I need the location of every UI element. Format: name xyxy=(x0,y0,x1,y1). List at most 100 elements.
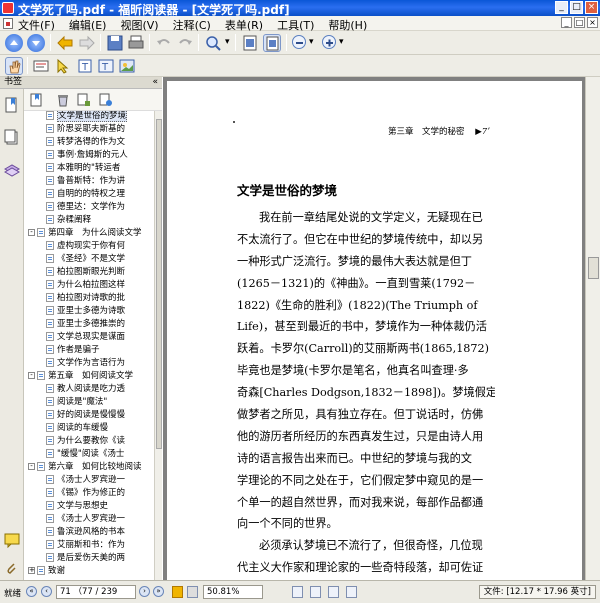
layers-tab-icon[interactable] xyxy=(3,161,21,177)
next-page-icon[interactable]: › xyxy=(139,586,150,597)
zoom-icon[interactable] xyxy=(204,34,222,52)
nav-up-icon[interactable] xyxy=(5,34,23,52)
zoom-out-icon[interactable] xyxy=(292,35,306,49)
last-page-icon[interactable]: » xyxy=(153,586,164,597)
bookmark-item[interactable]: 转梦洛得的作为文 xyxy=(46,137,125,147)
bookmark-label: 虚构现实于你有何 xyxy=(57,241,126,251)
bookmark-label: 阅读的车缓慢 xyxy=(57,423,109,433)
single-page-icon[interactable] xyxy=(292,586,303,598)
bookmark-item[interactable]: 文学与思想史 xyxy=(46,501,108,511)
bookmark-item[interactable]: 是后爱伤天美的两 xyxy=(46,553,125,563)
forward-icon[interactable] xyxy=(78,34,96,52)
bookmark-label: 亚里士多德为诗歌 xyxy=(57,306,126,316)
scroll-thumb[interactable] xyxy=(156,119,162,449)
bookmark-item[interactable]: 柏拉图对诗歌的批 xyxy=(46,293,125,303)
snapshot-icon[interactable] xyxy=(54,57,72,75)
hand-tool-icon[interactable] xyxy=(5,57,23,75)
document-icon[interactable] xyxy=(3,18,13,29)
close-button[interactable]: × xyxy=(585,1,598,14)
bookmark-scrollbar[interactable] xyxy=(154,111,162,580)
bookmark-item[interactable]: 自明的的特权之理 xyxy=(46,189,125,199)
bookmark-item[interactable]: 杂糅阐释 xyxy=(46,215,91,225)
bookmark-item[interactable]: 为什么要教你《读 xyxy=(46,436,125,446)
zoom-dropdown-arrow[interactable]: ▾ xyxy=(225,37,230,47)
expand-icon[interactable] xyxy=(77,93,91,107)
bookmark-item[interactable]: 本雅明的"转运者 xyxy=(46,163,120,173)
bookmark-icon[interactable] xyxy=(30,93,44,107)
undo-icon[interactable] xyxy=(155,34,173,52)
back-view-icon[interactable] xyxy=(172,586,183,598)
bookmark-item[interactable]: + 致谢 xyxy=(28,566,65,576)
minimize-button[interactable]: _ xyxy=(555,1,568,14)
bookmark-item[interactable]: 虚构现实于你有何 xyxy=(46,241,125,251)
doc-restore-button[interactable]: □ xyxy=(574,17,585,28)
continuous-icon[interactable] xyxy=(310,586,321,598)
typewriter-icon[interactable]: T xyxy=(76,57,94,75)
zoom-in-dropdown-arrow[interactable]: ▾ xyxy=(339,37,344,47)
bookmark-item[interactable]: 亚里士多德推崇的 xyxy=(46,319,125,329)
bookmark-page-icon xyxy=(46,124,54,133)
bookmark-toggle[interactable]: - xyxy=(28,372,35,379)
document-scroll-thumb[interactable] xyxy=(588,257,599,279)
fit-width-icon[interactable] xyxy=(241,34,259,52)
bookmark-item[interactable]: - 第四章 为什么阅读文学 xyxy=(28,228,142,238)
bookmark-item[interactable]: - 第五章 如何阅读文学 xyxy=(28,371,133,381)
page-number-field[interactable]: 71 （77 / 239 xyxy=(56,585,136,599)
bookmark-item[interactable]: 事例·詹姆斯的元人 xyxy=(46,150,128,160)
doc-close-button[interactable]: × xyxy=(587,17,598,28)
forward-view-icon[interactable] xyxy=(187,586,198,598)
print-icon[interactable] xyxy=(127,34,145,52)
bookmark-item[interactable]: "缓慢"阅读《汤士 xyxy=(46,449,124,459)
save-icon[interactable] xyxy=(106,34,124,52)
bookmark-item[interactable]: 教人阅读是吃力透 xyxy=(46,384,125,394)
facing-icon[interactable] xyxy=(328,586,339,598)
select-text-icon[interactable] xyxy=(32,57,50,75)
collapse-panel-button[interactable]: « xyxy=(152,77,158,88)
zoom-in-icon[interactable] xyxy=(322,35,336,49)
bookmark-item[interactable]: 为什么柏拉图这样 xyxy=(46,280,125,290)
bookmark-item[interactable]: 《汤士人罗宾逊一 xyxy=(46,514,125,524)
bookmark-item[interactable]: 好的阅读是慢慢慢 xyxy=(46,410,125,420)
text-box-icon[interactable]: T xyxy=(97,57,115,75)
previous-page-icon[interactable]: ‹ xyxy=(41,586,52,597)
bookmark-item[interactable]: 《锡》作为修正的 xyxy=(46,488,125,498)
pages-tab-icon[interactable] xyxy=(4,129,20,145)
zoom-out-dropdown-arrow[interactable]: ▾ xyxy=(309,37,314,47)
back-icon[interactable] xyxy=(56,34,74,52)
attachments-tab-icon[interactable] xyxy=(4,561,20,577)
bookmark-item[interactable]: 阅读的车缓慢 xyxy=(46,423,108,433)
bookmark-item[interactable]: 作者是骗子 xyxy=(46,345,100,355)
fit-page-icon[interactable] xyxy=(263,34,281,52)
document-scrollbar[interactable] xyxy=(585,77,600,580)
bookmark-toggle[interactable]: - xyxy=(28,463,35,470)
nav-down-icon[interactable] xyxy=(27,34,45,52)
bookmark-item[interactable]: 《汤士人罗宾逊一 xyxy=(46,475,125,485)
bookmark-item[interactable]: - 第六章 如何比较地阅读 xyxy=(28,462,142,472)
bookmark-toggle[interactable]: + xyxy=(28,567,35,574)
bookmark-item[interactable]: 阶思妥耶夫斯基的 xyxy=(46,124,125,134)
image-icon[interactable] xyxy=(118,57,136,75)
bookmark-item[interactable]: 艾丽斯和书：作为 xyxy=(46,540,125,550)
bookmarks-tab-icon[interactable] xyxy=(4,97,20,113)
bookmark-item[interactable]: 《圣经》不是文学 xyxy=(46,254,125,264)
continuous-facing-icon[interactable] xyxy=(346,586,357,598)
bookmark-item[interactable]: 阅读是"魔法" xyxy=(46,397,107,407)
bookmark-item[interactable]: 德里达：文学作为 xyxy=(46,202,125,212)
bookmark-item[interactable]: 柏拉图斯眼光判断 xyxy=(46,267,125,277)
bookmark-item[interactable]: 亚里士多德为诗歌 xyxy=(46,306,125,316)
redo-icon[interactable] xyxy=(176,34,194,52)
delete-icon[interactable] xyxy=(56,93,70,107)
bookmark-item[interactable]: 文学作为言语行为 xyxy=(46,358,125,368)
bookmark-item[interactable]: 文学是世俗的梦境 xyxy=(46,111,128,122)
bookmark-item[interactable]: 鲁普斯特：作为讲 xyxy=(46,176,125,186)
doc-minimize-button[interactable]: _ xyxy=(561,17,572,28)
bookmark-item[interactable]: 鲁滨逊风格的书本 xyxy=(46,527,125,537)
maximize-button[interactable]: □ xyxy=(570,1,583,14)
first-page-icon[interactable]: « xyxy=(26,586,37,597)
bookmark-properties-icon[interactable] xyxy=(99,93,113,107)
zoom-field[interactable]: 50.81% xyxy=(203,585,263,599)
bookmark-toggle[interactable]: - xyxy=(28,229,35,236)
comments-tab-icon[interactable] xyxy=(4,532,20,549)
bookmark-page-icon xyxy=(46,540,54,549)
bookmark-item[interactable]: 文学总现实是谋面 xyxy=(46,332,125,342)
